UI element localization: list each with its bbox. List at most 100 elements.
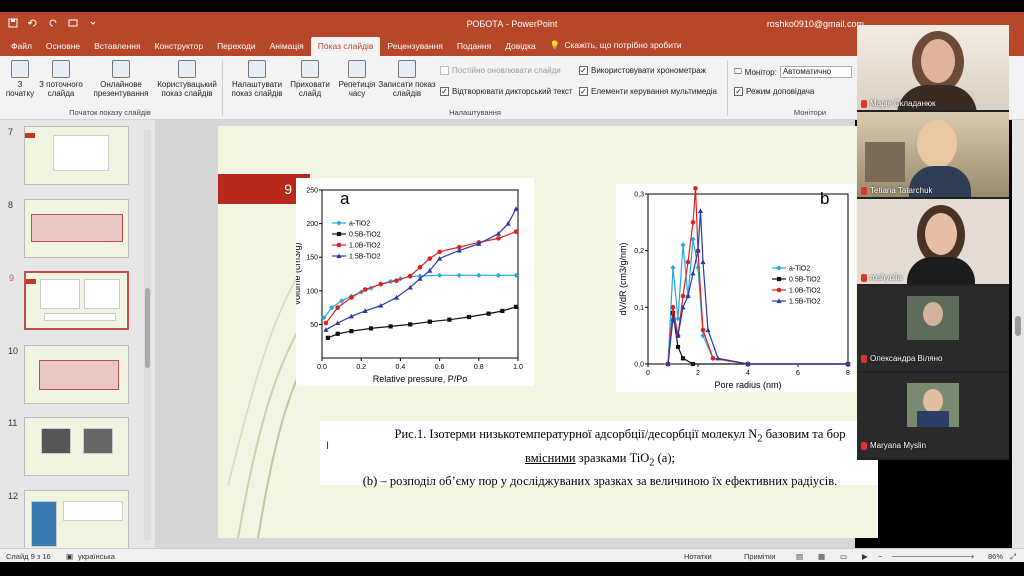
- media-controls-checkbox[interactable]: ✓ Елементи керування мультимедіа: [579, 87, 717, 96]
- tab-file[interactable]: Файл: [4, 37, 39, 56]
- slide-sorter-icon[interactable]: ▦: [818, 552, 825, 561]
- online-present-button[interactable]: Онлайнове презентування: [88, 58, 154, 98]
- language-label[interactable]: українська: [78, 552, 115, 561]
- tell-me-box[interactable]: 💡 Скажіть, що потрібно зробити: [543, 36, 689, 56]
- tab-transitions[interactable]: Переходи: [210, 37, 263, 56]
- y-tick-label: 100: [306, 288, 318, 295]
- y-tick-label: 150: [306, 255, 318, 262]
- fit-slide-icon[interactable]: ⤢: [1010, 552, 1016, 562]
- x-tick-label: 0.8: [474, 364, 484, 371]
- participant-avatar: [907, 383, 959, 427]
- caption-line-3: (b) – розподіл об’єму пор у досліджувани…: [362, 474, 838, 488]
- custom-show-label: Користувацький показ слайдів: [157, 80, 217, 99]
- data-point: [700, 259, 706, 265]
- monitor-select[interactable]: 🖵 Монітор: Автоматично: [734, 66, 852, 78]
- ribbon-separator: [727, 60, 728, 116]
- slide-thumbnail-pane: 7 8 9 10 11 12: [0, 120, 155, 549]
- custom-show-button[interactable]: Користувацький показ слайдів: [154, 58, 220, 98]
- thumbnail-scrollbar[interactable]: [144, 130, 151, 540]
- slideshow-view-icon[interactable]: ▶: [862, 552, 868, 561]
- zoom-slider[interactable]: [892, 556, 970, 557]
- record-icon: [398, 60, 416, 78]
- participant-name: Олександра Віляно: [861, 354, 942, 363]
- legend-label: a-TiO2: [789, 266, 810, 273]
- presenter-view-checkbox[interactable]: ✓ Режим доповідача: [734, 87, 814, 96]
- y-tick-label: 0,3: [634, 192, 644, 199]
- slide-thumbnail[interactable]: 10: [8, 345, 129, 404]
- slide-thumbnail[interactable]: 12: [8, 490, 129, 549]
- from-current-button[interactable]: З поточного слайда: [36, 58, 86, 98]
- slide-canvas[interactable]: 9 0.0 0.2 0.4 0.6 0.8 1.0 50 100 150 200 250 Relati…: [218, 126, 878, 538]
- data-point: [697, 208, 704, 214]
- data-point: [690, 361, 696, 367]
- avatar-body: [917, 411, 949, 427]
- record-show-button[interactable]: Записати показ слайдів: [378, 58, 436, 98]
- tab-view[interactable]: Подання: [450, 37, 498, 56]
- checkbox-checked: ✓: [734, 87, 743, 96]
- participant-tile[interactable]: Марія Складанюк: [857, 25, 1009, 110]
- timings-label: Використовувати хронометраж: [591, 66, 707, 75]
- data-point: [336, 242, 342, 248]
- data-point: [476, 272, 482, 278]
- y-axis-label: Volume (cm3/g): [296, 242, 302, 305]
- participant-tile[interactable]: roshyulia: [857, 199, 1009, 284]
- custom-show-icon: [178, 60, 196, 78]
- tab-slideshow[interactable]: Показ слайдів: [310, 37, 381, 56]
- monitor-dropdown[interactable]: Автоматично: [779, 66, 852, 78]
- x-tick-label: 8: [846, 370, 850, 377]
- slide-thumbnail[interactable]: 11: [8, 417, 129, 476]
- notes-button[interactable]: Нотатки: [684, 552, 712, 561]
- reading-view-icon[interactable]: ▭: [840, 552, 847, 561]
- thumbnail-number: 10: [8, 346, 19, 356]
- spellcheck-icon[interactable]: ▣: [66, 552, 73, 561]
- participant-tile[interactable]: Tetiana Tatarchuk: [857, 112, 1009, 197]
- keep-updated-checkbox[interactable]: Постійно оновлювати слайди: [440, 66, 561, 75]
- slide-thumbnail-active[interactable]: 9: [9, 271, 129, 330]
- slide-thumbnail[interactable]: 8: [8, 199, 129, 258]
- lightbulb-icon: 💡: [549, 40, 561, 50]
- tab-review[interactable]: Рецензування: [380, 37, 449, 56]
- timings-checkbox[interactable]: ✓ Використовувати хронометраж: [579, 66, 706, 75]
- zoom-in-icon[interactable]: +: [970, 552, 974, 561]
- scrollbar-thumb[interactable]: [1015, 316, 1021, 336]
- caption-text: базовим та бор: [762, 427, 846, 441]
- editor-scrollbar[interactable]: [1012, 120, 1024, 548]
- account-name[interactable]: roshko0910@gmail.com: [767, 19, 864, 29]
- thumbnail-accent: [26, 279, 36, 284]
- tab-insert[interactable]: Вставлення: [87, 37, 147, 56]
- participant-face: [921, 39, 955, 83]
- tab-help[interactable]: Довідка: [498, 37, 543, 56]
- setup-show-button[interactable]: Налаштувати показ слайдів: [226, 58, 288, 98]
- data-point: [427, 319, 432, 324]
- text-cursor-icon: I: [326, 440, 330, 452]
- data-point: [690, 220, 696, 225]
- participant-tile[interactable]: Maryana Myslin: [857, 373, 1009, 458]
- thumbnail-number: 7: [8, 127, 14, 137]
- comments-button[interactable]: Примітки: [744, 552, 775, 561]
- zoom-level[interactable]: 86%: [988, 552, 1003, 561]
- from-start-button[interactable]: З початку: [4, 58, 36, 98]
- slide-thumbnail[interactable]: 7: [8, 126, 129, 185]
- tab-animations[interactable]: Анімація: [263, 37, 311, 56]
- video-call-panel: Марія Складанюк Tetiana Tatarchuk roshyu…: [857, 25, 1009, 460]
- tab-design[interactable]: Конструктор: [148, 37, 210, 56]
- data-point: [323, 320, 329, 326]
- zoom-out-icon[interactable]: −: [878, 552, 882, 561]
- narrations-checkbox[interactable]: ✓ Відтворювати дикторський текст: [440, 87, 573, 96]
- tab-home[interactable]: Основне: [39, 37, 87, 56]
- pore-distribution-chart: 0 2 4 6 8 0,0 0,1 0,2 0,3 Pore radius (nm) dV/dR (…: [618, 186, 851, 390]
- participant-body: [907, 257, 975, 284]
- avatar-face: [923, 302, 943, 326]
- rehearse-button[interactable]: Репетиція часу: [336, 58, 378, 98]
- participant-name: Tetiana Tatarchuk: [861, 186, 933, 195]
- panel-label: b: [820, 189, 829, 208]
- data-point: [417, 264, 423, 270]
- scrollbar-thumb[interactable]: [145, 288, 150, 368]
- thumbnail-table: [31, 214, 123, 242]
- data-point: [407, 273, 413, 279]
- data-point: [700, 327, 706, 333]
- muted-mic-icon: [861, 186, 867, 195]
- participant-tile[interactable]: Олександра Віляно: [857, 286, 1009, 371]
- hide-slide-button[interactable]: Приховати слайд: [288, 58, 332, 98]
- normal-view-icon[interactable]: ▤: [796, 552, 803, 561]
